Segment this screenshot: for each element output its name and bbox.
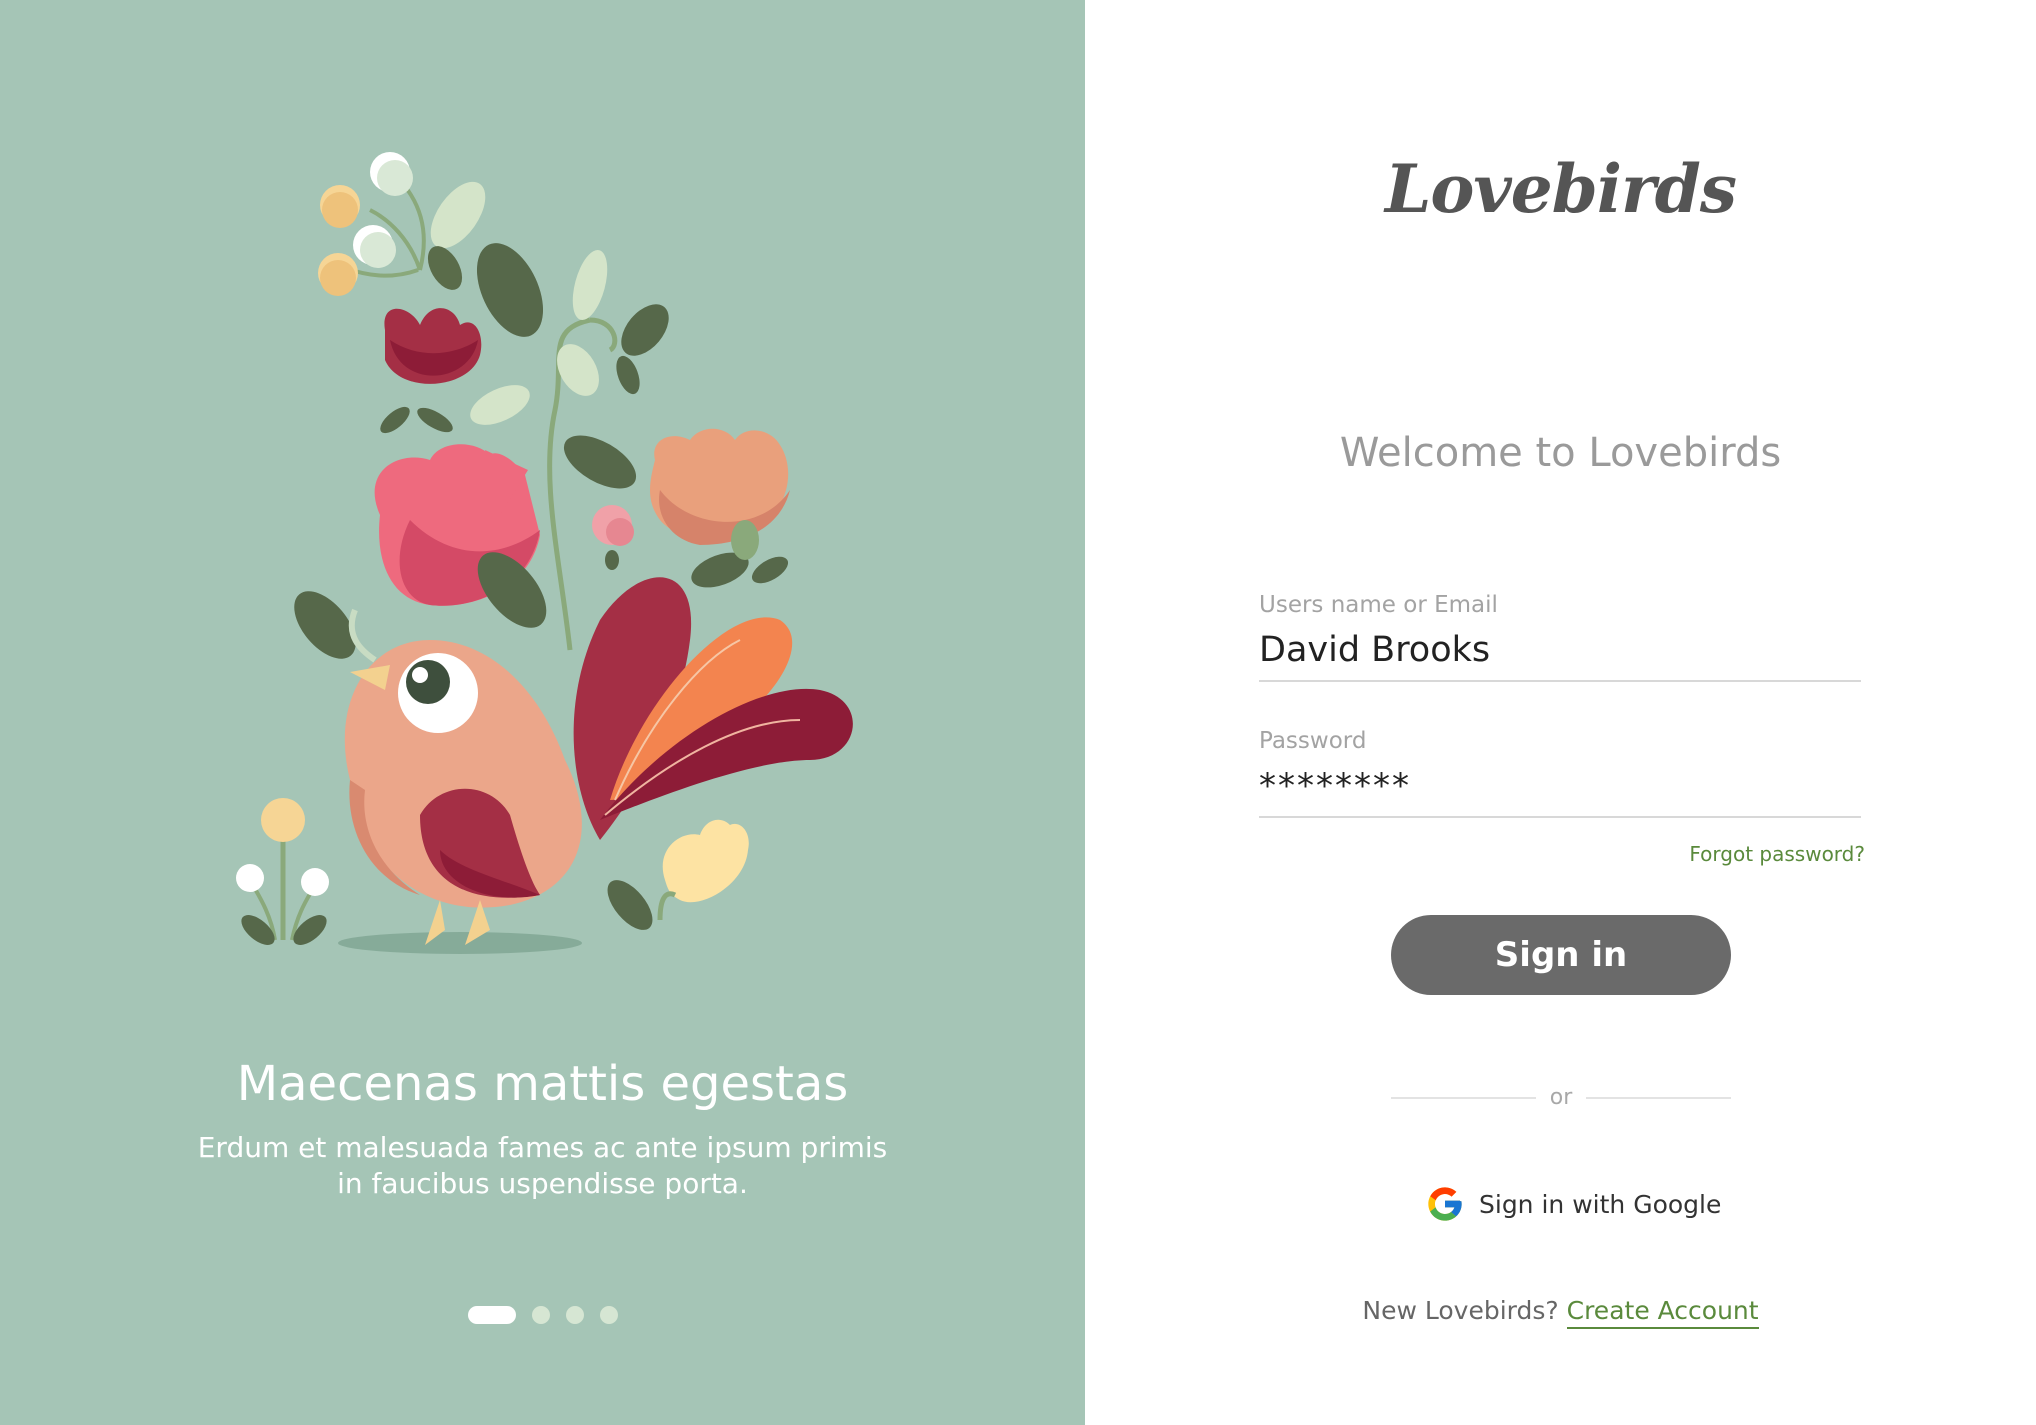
carousel-dot-4[interactable]: [599, 1306, 618, 1324]
divider-line-left: [1391, 1096, 1536, 1099]
google-sign-in-button[interactable]: Sign in with Google: [1425, 1184, 1721, 1224]
new-account-prompt: New Lovebirds?: [1362, 1296, 1559, 1325]
brand-logo: Lovebirds: [1384, 150, 1737, 228]
onboarding-panel: Maecenas mattis egestas Erdum et malesua…: [0, 0, 1085, 1425]
google-g-icon: [1428, 1187, 1462, 1221]
google-sign-in-label: Sign in with Google: [1479, 1189, 1722, 1219]
new-account-row: New Lovebirds? Create Account: [1085, 1296, 2036, 1329]
username-field: Users name or Email: [1259, 592, 1861, 682]
carousel-dot-3[interactable]: [565, 1306, 584, 1324]
bird-flowers-illustration: [236, 152, 853, 954]
password-field: Password: [1259, 728, 1861, 818]
carousel-dot-1[interactable]: [467, 1306, 516, 1324]
carousel-dot-2[interactable]: [531, 1306, 550, 1324]
password-label: Password: [1259, 728, 1367, 754]
slide-subtitle: Erdum et malesuada fames ac ante ipsum p…: [197, 1131, 888, 1200]
welcome-heading: Welcome to Lovebirds: [1339, 430, 1782, 476]
username-input[interactable]: [1259, 618, 1861, 682]
login-panel: Lovebirds Welcome to Lovebirds Users nam…: [1085, 0, 2036, 1425]
username-label: Users name or Email: [1259, 592, 1498, 618]
password-input[interactable]: [1259, 754, 1861, 818]
or-label: or: [1549, 1085, 1573, 1110]
forgot-password-link[interactable]: Forgot password?: [1605, 842, 1865, 866]
carousel-dots: [0, 1306, 1085, 1324]
create-account-link[interactable]: Create Account: [1566, 1296, 1759, 1329]
sign-in-button[interactable]: Sign in: [1391, 915, 1731, 995]
or-divider: or: [1391, 1085, 1732, 1110]
divider-line-right: [1586, 1096, 1732, 1099]
slide-title: Maecenas mattis egestas: [236, 1056, 849, 1112]
